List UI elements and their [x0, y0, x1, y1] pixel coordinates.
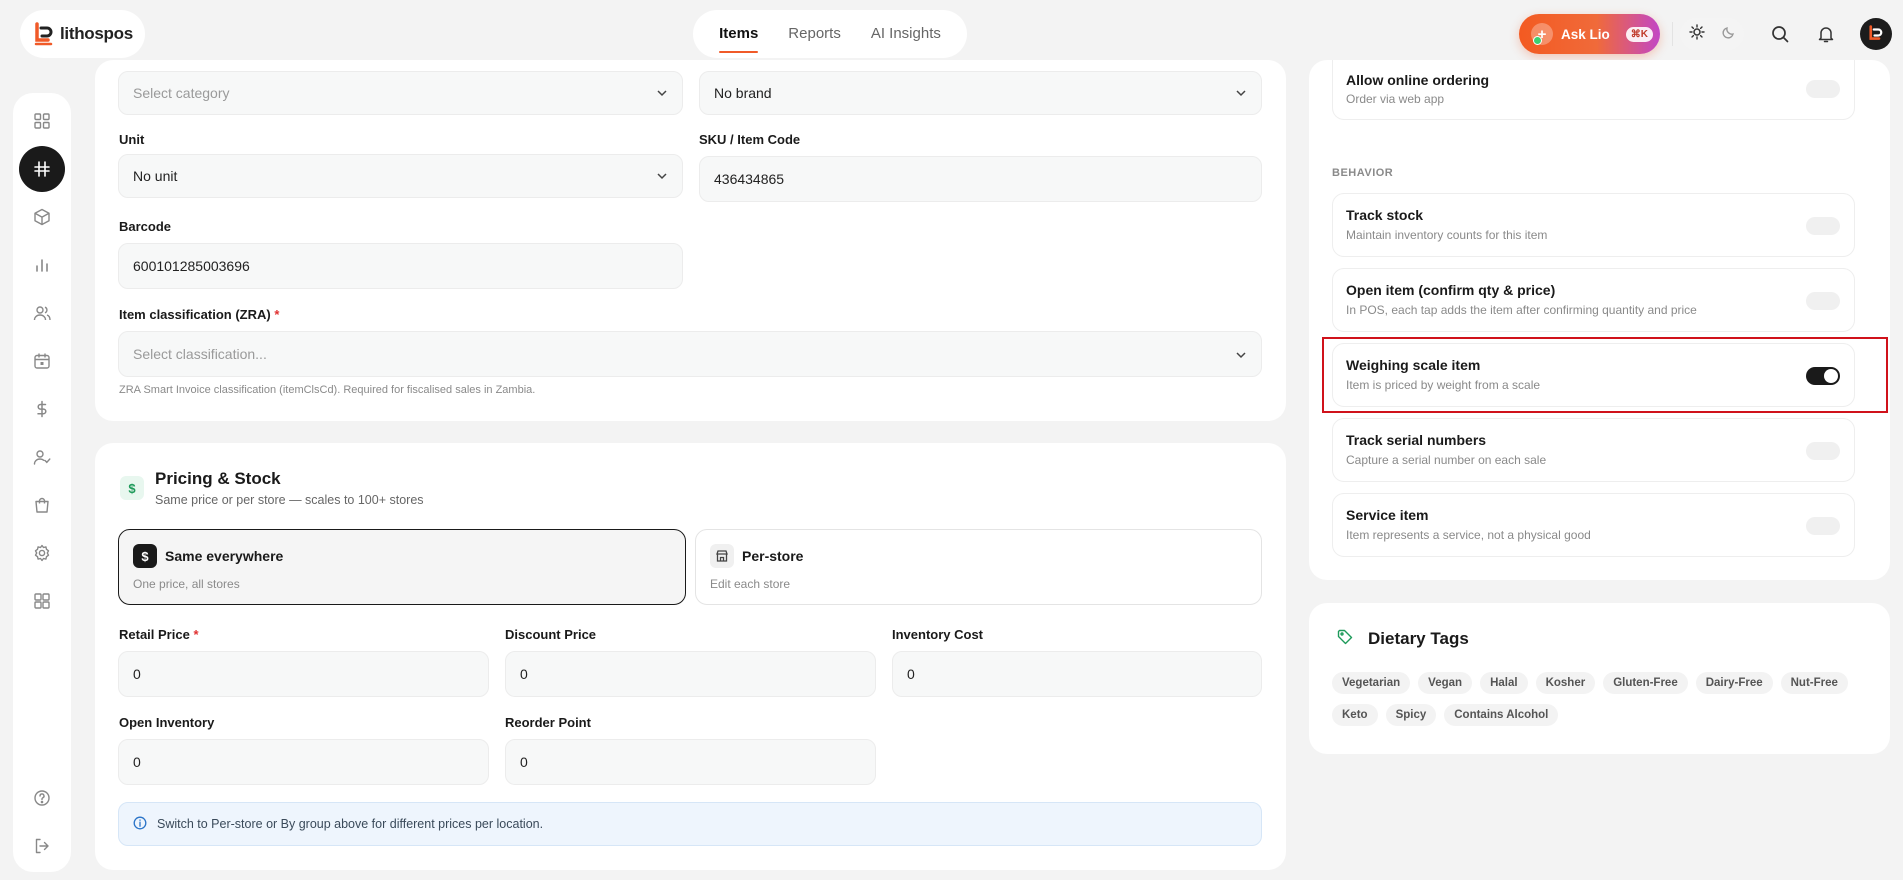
- behavior-heading: BEHAVIOR: [1332, 167, 1394, 179]
- user-check-icon[interactable]: [26, 441, 58, 473]
- sidebar-item-pos[interactable]: [19, 146, 65, 192]
- tag-chip[interactable]: Gluten-Free: [1603, 672, 1688, 694]
- inventory-cost-input[interactable]: 0: [892, 651, 1262, 697]
- tag-chip[interactable]: Dairy-Free: [1695, 672, 1773, 694]
- tab-reports[interactable]: Reports: [788, 10, 841, 58]
- pricing-info-banner: Switch to Per-store or By group above fo…: [118, 802, 1262, 846]
- app-logo[interactable]: lithospos: [20, 10, 145, 58]
- retail-price-label: Retail Price *: [119, 627, 199, 642]
- tab-ai-insights[interactable]: AI Insights: [871, 10, 941, 58]
- sku-label: SKU / Item Code: [699, 132, 801, 147]
- tab-items[interactable]: Items: [719, 10, 759, 58]
- track-stock-toggle[interactable]: [1806, 217, 1840, 235]
- bell-icon[interactable]: [1816, 24, 1836, 44]
- dietary-card: Dietary Tags Vegetarian Vegan Halal Kosher G…: [1309, 603, 1890, 754]
- shopping-bag-icon[interactable]: [26, 489, 58, 521]
- ask-lio-label: Ask Lio: [1561, 26, 1610, 42]
- pricing-subtitle: Same price or per store — scales to 100+…: [155, 493, 424, 507]
- search-icon[interactable]: [1770, 24, 1790, 44]
- online-ordering-toggle[interactable]: [1806, 80, 1840, 98]
- unit-select[interactable]: No unit: [118, 154, 683, 198]
- tag-chip[interactable]: Keto: [1332, 704, 1378, 726]
- retail-price-input[interactable]: 0: [118, 651, 489, 697]
- apps-icon[interactable]: [26, 585, 58, 617]
- dollar-icon: $: [120, 476, 144, 500]
- chevron-down-icon: [1235, 86, 1247, 102]
- moon-icon[interactable]: [1721, 25, 1736, 44]
- open-item-toggle[interactable]: [1806, 292, 1840, 310]
- track-serial-toggle[interactable]: [1806, 442, 1840, 460]
- box-icon[interactable]: [26, 201, 58, 233]
- barcode-label: Barcode: [119, 219, 172, 234]
- shortcut-badge: ⌘K: [1625, 26, 1653, 42]
- classification-label: Item classification (ZRA) *: [119, 307, 280, 322]
- theme-toggle[interactable]: [1680, 18, 1744, 50]
- plus-icon: +: [1531, 23, 1553, 45]
- same-everywhere-option[interactable]: $ Same everywhere One price, all stores: [118, 529, 686, 605]
- calendar-icon[interactable]: [26, 345, 58, 377]
- store-icon: [710, 544, 734, 568]
- header-divider: [1672, 22, 1673, 46]
- dollar-icon: $: [133, 544, 157, 568]
- pricing-title: Pricing & Stock: [155, 469, 281, 488]
- chevron-down-icon: [1235, 348, 1247, 364]
- setting-service-item: Service item Item represents a service, …: [1332, 493, 1855, 557]
- help-icon[interactable]: [26, 782, 58, 814]
- category-select[interactable]: Select category: [118, 71, 683, 115]
- top-nav-tabs: Items Reports AI Insights: [693, 10, 967, 58]
- reorder-point-label: Reorder Point: [505, 715, 591, 730]
- classification-hint: ZRA Smart Invoice classification (itemCl…: [119, 384, 536, 396]
- logo-text: lithospos: [60, 24, 133, 43]
- unit-label: Unit: [119, 132, 145, 147]
- tag-chip[interactable]: Halal: [1480, 672, 1528, 694]
- dietary-title: Dietary Tags: [1368, 629, 1469, 648]
- brand-select[interactable]: No brand: [699, 71, 1262, 115]
- logout-icon[interactable]: [26, 830, 58, 862]
- tag-chip[interactable]: Contains Alcohol: [1444, 704, 1559, 726]
- tag-chip[interactable]: Vegan: [1418, 672, 1473, 694]
- sun-icon[interactable]: [1688, 23, 1705, 45]
- setting-online-ordering: Allow online ordering Order via web app: [1332, 60, 1855, 120]
- logo-mark-icon: [34, 22, 54, 46]
- dashboard-grid-icon[interactable]: [26, 105, 58, 137]
- tag-chip[interactable]: Spicy: [1385, 704, 1437, 726]
- service-item-toggle[interactable]: [1806, 517, 1840, 535]
- users-icon[interactable]: [26, 297, 58, 329]
- info-icon: [133, 816, 147, 833]
- setting-track-serial: Track serial numbers Capture a serial nu…: [1332, 418, 1855, 482]
- discount-price-input[interactable]: 0: [505, 651, 876, 697]
- reorder-point-input[interactable]: 0: [505, 739, 876, 785]
- avatar[interactable]: [1860, 18, 1892, 50]
- tag-chip[interactable]: Nut-Free: [1780, 672, 1848, 694]
- dollar-icon[interactable]: [26, 393, 58, 425]
- dietary-tags: Vegetarian Vegan Halal Kosher Gluten-Free Dai…: [1332, 672, 1877, 736]
- classification-select[interactable]: Select classification...: [118, 331, 1262, 377]
- sidebar: [13, 93, 71, 872]
- tag-chip[interactable]: Kosher: [1535, 672, 1596, 694]
- tag-icon: [1337, 629, 1353, 650]
- ask-lio-button[interactable]: + Ask Lio ⌘K: [1519, 14, 1660, 54]
- per-store-option[interactable]: Per-store Edit each store: [695, 529, 1262, 605]
- open-inventory-input[interactable]: 0: [118, 739, 489, 785]
- barcode-input[interactable]: 600101285003696: [118, 243, 683, 289]
- gear-icon[interactable]: [26, 537, 58, 569]
- setting-track-stock: Track stock Maintain inventory counts fo…: [1332, 193, 1855, 257]
- sku-input[interactable]: 436434865: [699, 156, 1262, 202]
- discount-price-label: Discount Price: [505, 627, 597, 642]
- chevron-down-icon: [656, 169, 668, 185]
- tag-chip[interactable]: Vegetarian: [1332, 672, 1411, 694]
- open-inventory-label: Open Inventory: [119, 715, 215, 730]
- inventory-cost-label: Inventory Cost: [892, 627, 984, 642]
- bar-chart-icon[interactable]: [26, 249, 58, 281]
- setting-open-item: Open item (confirm qty & price) In POS, …: [1332, 268, 1855, 332]
- highlight-box: [1322, 337, 1888, 413]
- chevron-down-icon: [656, 86, 668, 102]
